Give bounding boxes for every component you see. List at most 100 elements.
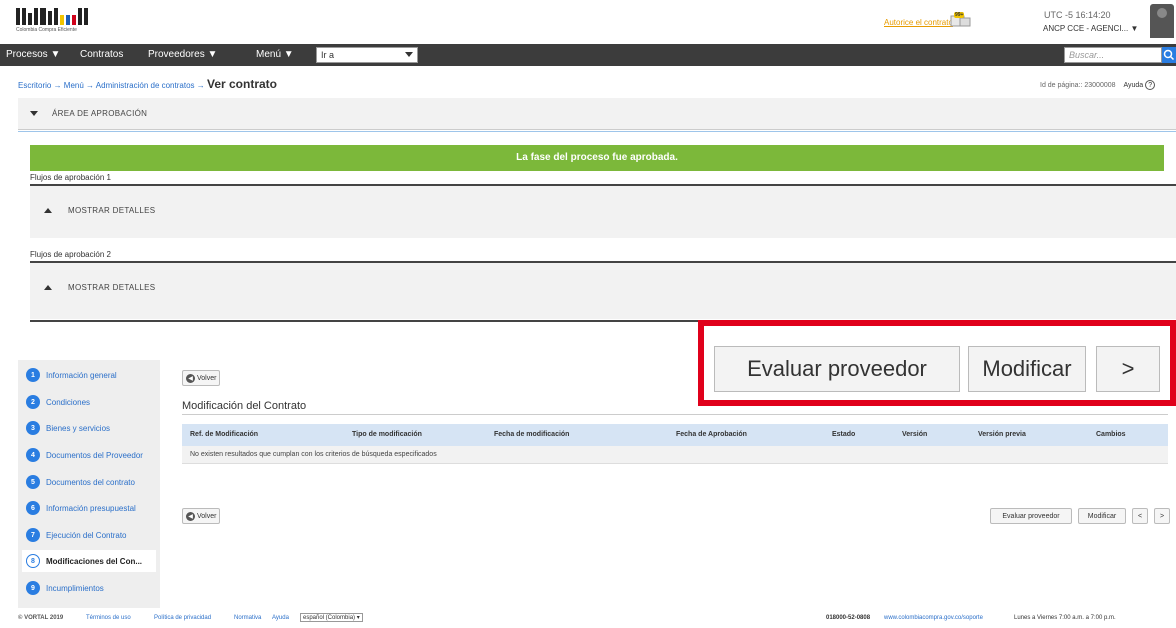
goto-select-value: Ir a [321,50,335,60]
step-label: Ejecución del Contrato [46,530,127,540]
flow-label-1: Flujos de aprobación 1 [30,173,111,182]
step-label: Documentos del Proveedor [46,450,143,460]
utc-clock: UTC -5 16:14:20 [1044,10,1111,20]
back-button-bottom[interactable]: ◀ Volver [182,508,221,524]
breadcrumb: Escritorio → Menú → Administración de co… [18,77,277,91]
step-ejecucion-contrato[interactable]: 7 Ejecución del Contrato [26,524,127,546]
section-title: Modificación del Contrato [182,400,307,412]
account-menu[interactable]: ANCP CCE - AGENCI... ▼ [1043,24,1138,33]
prev-button[interactable]: < [1132,508,1148,524]
modify-button[interactable]: Modificar [1078,508,1126,524]
show-details-toggle-1[interactable]: MOSTRAR DETALLES [68,206,155,215]
step-incumplimientos[interactable]: 9 Incumplimientos [26,577,104,599]
authorize-contract-link[interactable]: Autorice el contrato [884,18,953,27]
show-details-toggle-2[interactable]: MOSTRAR DETALLES [68,283,155,292]
table-header: Ref. de Modificación Tipo de modificació… [182,424,1168,446]
search-icon [1163,49,1175,61]
arrow-left-icon: ◀ [186,373,195,383]
step-label: Incumplimientos [46,583,104,593]
page-title: Ver contrato [206,77,278,91]
next-button-large[interactable]: > [1096,346,1160,392]
col-fecha-mod[interactable]: Fecha de modificación [494,431,569,438]
back-label: Volver [197,512,217,520]
flow-box-2: MOSTRAR DETALLES [30,263,1176,319]
support-hours: Lunes a Viernes 7:00 a.m. a 7:00 p.m. [1014,615,1116,621]
footer-link-normativa[interactable]: Normativa [234,615,261,621]
account-name: ANCP CCE - AGENCI... [1043,24,1129,33]
step-informacion-general[interactable]: 1 Información general [26,364,117,386]
next-button[interactable]: > [1154,508,1170,524]
footer-link-terminos[interactable]: Términos de uso [86,615,131,621]
step-number: 1 [26,368,40,382]
step-modificaciones-contrato[interactable]: 8 Modificaciones del Con... [22,550,156,572]
copyright: © VORTAL 2019 [18,615,64,621]
messages-count: 99+ [955,12,964,18]
col-cambios[interactable]: Cambios [1096,431,1126,438]
empty-results-row: No existen resultados que cumplan con lo… [182,446,1168,464]
footer: © VORTAL 2019 Términos de uso Política d… [0,610,1176,628]
chevron-down-icon: ▼ [1130,24,1139,33]
colombia-compra-logo[interactable]: Colombia Compra Eficiente [16,8,120,36]
step-number: 6 [26,501,40,515]
step-label: Información general [46,370,117,380]
help-link[interactable]: Ayuda [1123,82,1143,89]
help-icon[interactable]: ? [1145,80,1156,90]
step-bienes-servicios[interactable]: 3 Bienes y servicios [26,417,110,439]
step-number: 7 [26,528,40,542]
divider [182,414,1168,415]
logo-text: Colombia Compra Eficiente [16,27,77,33]
back-button-top[interactable]: ◀ Volver [182,370,221,386]
top-header: Colombia Compra Eficiente Autorice el co… [0,0,1176,42]
footer-link-privacidad[interactable]: Política de privacidad [154,615,211,621]
divider [18,131,1176,132]
search-input[interactable]: Buscar... [1064,47,1162,63]
language-select[interactable]: español (Colombia) ▾ [300,613,363,622]
chevron-down-icon [405,52,413,57]
arrow-left-icon: ◀ [186,511,195,521]
footer-link-ayuda[interactable]: Ayuda [272,615,289,621]
step-condiciones[interactable]: 2 Condiciones [26,391,90,413]
step-number: 3 [26,421,40,435]
col-fecha-aprob[interactable]: Fecha de Aprobación [676,431,747,438]
col-estado[interactable]: Estado [832,431,855,438]
modify-button-large[interactable]: Modificar [968,346,1086,392]
step-number: 9 [26,581,40,595]
language-value: español (Colombia) [303,615,356,621]
nav-menu[interactable]: Menú ▼ [256,49,294,60]
step-label: Condiciones [46,397,91,407]
step-label: Información presupuestal [46,503,136,513]
evaluate-supplier-button-large[interactable]: Evaluar proveedor [714,346,960,392]
col-ref[interactable]: Ref. de Modificación [190,431,258,438]
nav-procesos[interactable]: Procesos ▼ [6,49,60,60]
flow-box-1: MOSTRAR DETALLES [30,186,1176,238]
flow-label-2: Flujos de aprobación 2 [30,250,111,259]
search-button[interactable] [1162,47,1176,63]
step-documentos-contrato[interactable]: 5 Documentos del contrato [26,471,135,493]
support-site-link[interactable]: www.colombiacompra.gov.co/soporte [884,615,983,621]
approval-area-title: ÁREA DE APROBACIÓN [52,109,148,118]
breadcrumb-path[interactable]: Escritorio → Menú → Administración de co… [18,81,205,90]
messages-icon[interactable]: 99+ [950,12,972,28]
step-informacion-presupuestal[interactable]: 6 Información presupuestal [26,497,136,519]
step-label: Modificaciones del Con... [46,556,143,566]
col-version[interactable]: Versión [902,431,927,438]
nav-contratos[interactable]: Contratos [80,49,123,60]
evaluate-supplier-button[interactable]: Evaluar proveedor [990,508,1072,524]
nav-proveedores[interactable]: Proveedores ▼ [148,49,217,60]
goto-select[interactable]: Ir a [316,47,418,63]
col-tipo[interactable]: Tipo de modificación [352,431,422,438]
col-version-previa[interactable]: Versión previa [978,431,1026,438]
expand-icon [44,285,52,290]
expand-icon [44,208,52,213]
page-id-text: Id de página:: 23000008 [1040,82,1116,89]
approval-area-header[interactable]: ÁREA DE APROBACIÓN [18,98,1176,130]
step-number: 8 [26,554,40,568]
step-number: 4 [26,448,40,462]
main-navbar: Procesos ▼ Contratos Proveedores ▼ Menú … [0,44,1176,66]
step-number: 5 [26,475,40,489]
page-id: Id de página:: 23000008 Ayuda ? [1040,80,1156,90]
step-documentos-proveedor[interactable]: 4 Documentos del Proveedor [26,444,143,466]
highlight-box: Evaluar proveedor Modificar > [698,320,1176,406]
avatar[interactable] [1150,4,1174,38]
logo-bars [16,8,120,25]
